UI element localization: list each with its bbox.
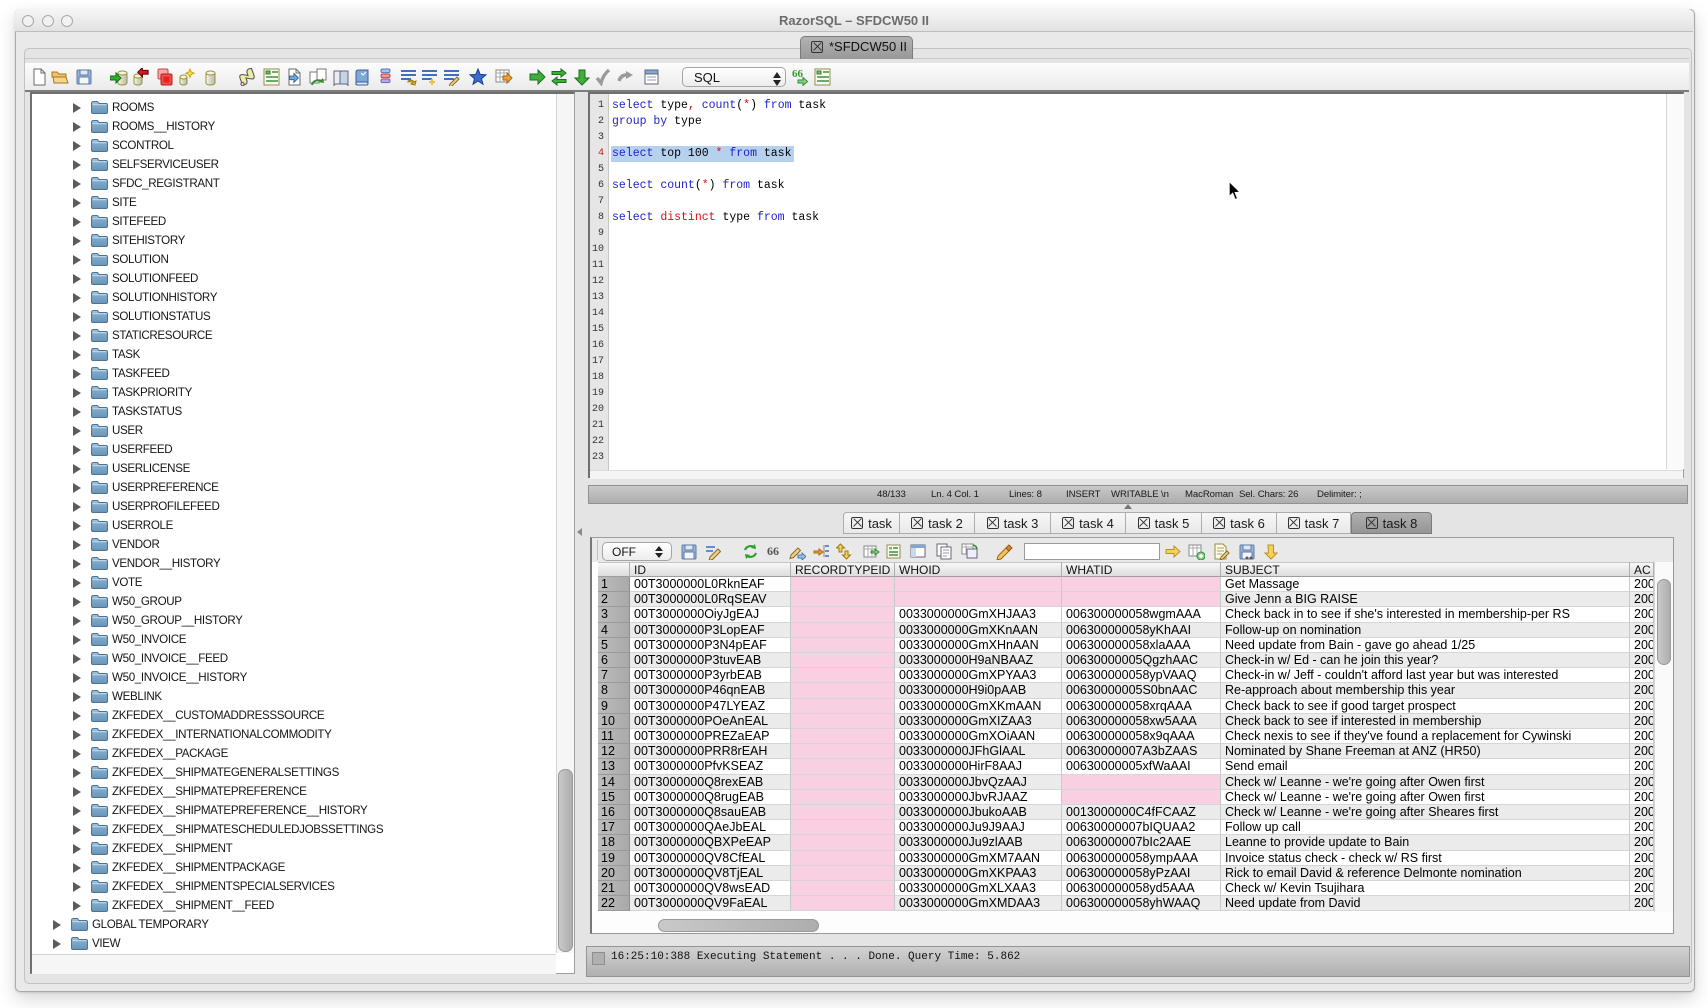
svg-text:66: 66 — [767, 544, 779, 558]
svg-text:66: 66 — [792, 68, 804, 80]
